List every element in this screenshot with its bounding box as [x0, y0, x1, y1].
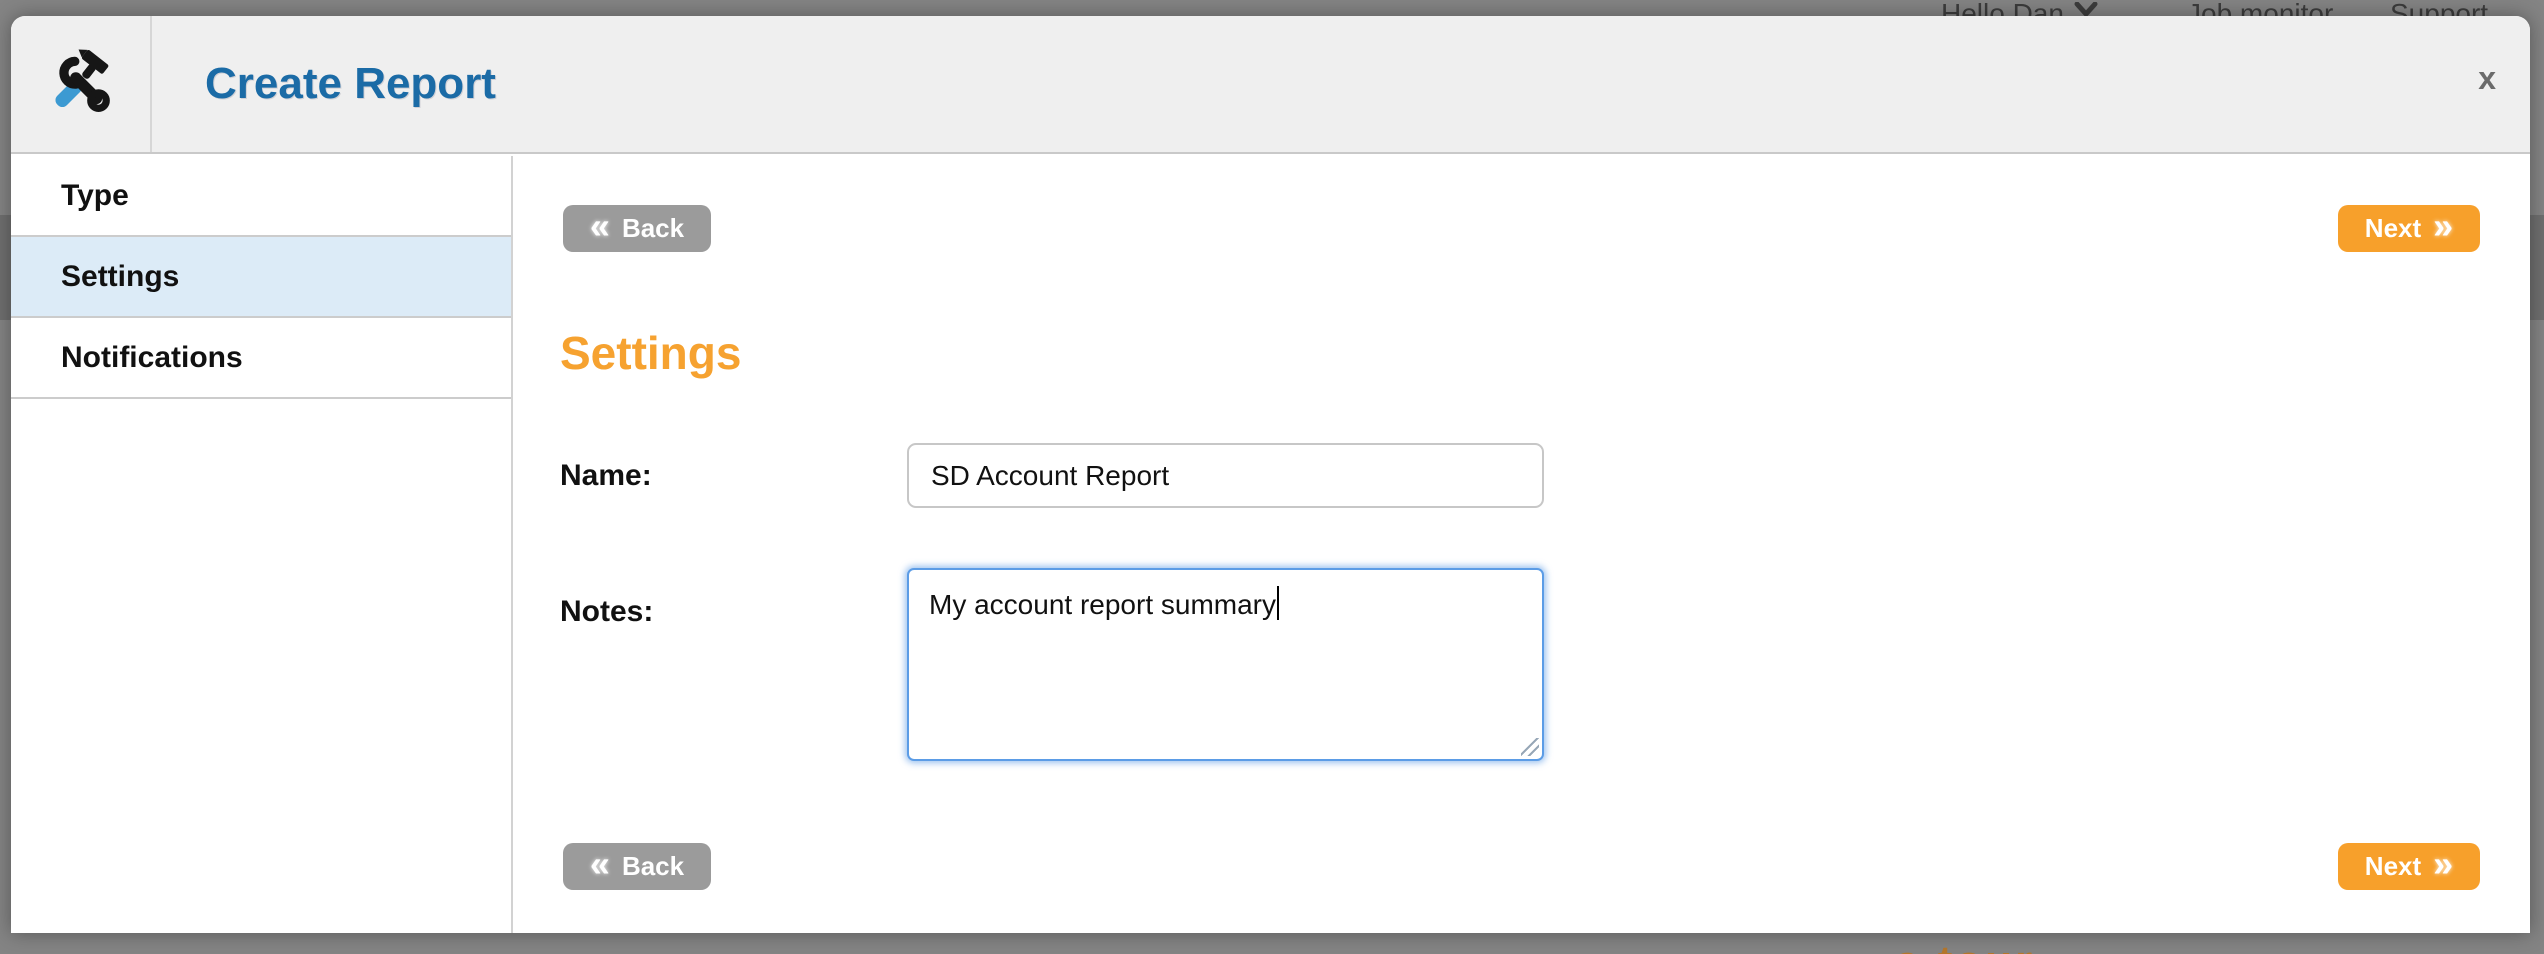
sidebar-item-label: Type	[61, 179, 129, 212]
back-chevrons-icon: «	[590, 846, 610, 882]
sidebar-item-type[interactable]: Type	[11, 156, 511, 237]
notes-text: My account report summary	[929, 589, 1276, 620]
next-button-label: Next	[2365, 213, 2421, 244]
back-button-top[interactable]: « Back	[563, 205, 711, 252]
sidebar-item-label: Notifications	[61, 341, 243, 374]
dialog-header: Create Report x	[11, 16, 2530, 154]
tools-icon	[49, 48, 115, 114]
next-chevrons-icon: »	[2433, 846, 2453, 882]
next-button-bottom[interactable]: Next »	[2338, 843, 2480, 890]
chevron-down-icon	[2074, 2, 2098, 17]
notes-field-label: Notes:	[560, 592, 653, 632]
back-button-label: Back	[622, 851, 684, 882]
create-report-dialog: Create Report x Type Settings Notificati…	[11, 16, 2530, 933]
page-backdrop: Hello Dan Job monitor Support a tour	[0, 0, 2544, 954]
back-chevrons-icon: «	[590, 208, 610, 244]
next-button-top[interactable]: Next »	[2338, 205, 2480, 252]
backdrop-partial-text: a tour	[1895, 937, 2035, 954]
text-caret	[1277, 586, 1279, 620]
resize-handle-icon[interactable]	[1521, 738, 1539, 756]
sidebar-item-settings[interactable]: Settings	[11, 237, 511, 318]
sidebar-item-notifications[interactable]: Notifications	[11, 318, 511, 399]
dialog-title: Create Report	[205, 16, 496, 152]
step-heading: Settings	[560, 326, 741, 380]
next-button-label: Next	[2365, 851, 2421, 882]
wizard-steps-sidebar: Type Settings Notifications	[11, 156, 513, 933]
name-input[interactable]	[907, 443, 1544, 508]
back-button-bottom[interactable]: « Back	[563, 843, 711, 890]
notes-textarea[interactable]: My account report summary	[907, 568, 1544, 761]
dialog-icon-cell	[11, 16, 152, 152]
close-icon[interactable]: x	[2478, 62, 2496, 94]
back-button-label: Back	[622, 213, 684, 244]
name-field-label: Name:	[560, 443, 652, 508]
sidebar-item-label: Settings	[61, 260, 179, 293]
next-chevrons-icon: »	[2433, 208, 2453, 244]
